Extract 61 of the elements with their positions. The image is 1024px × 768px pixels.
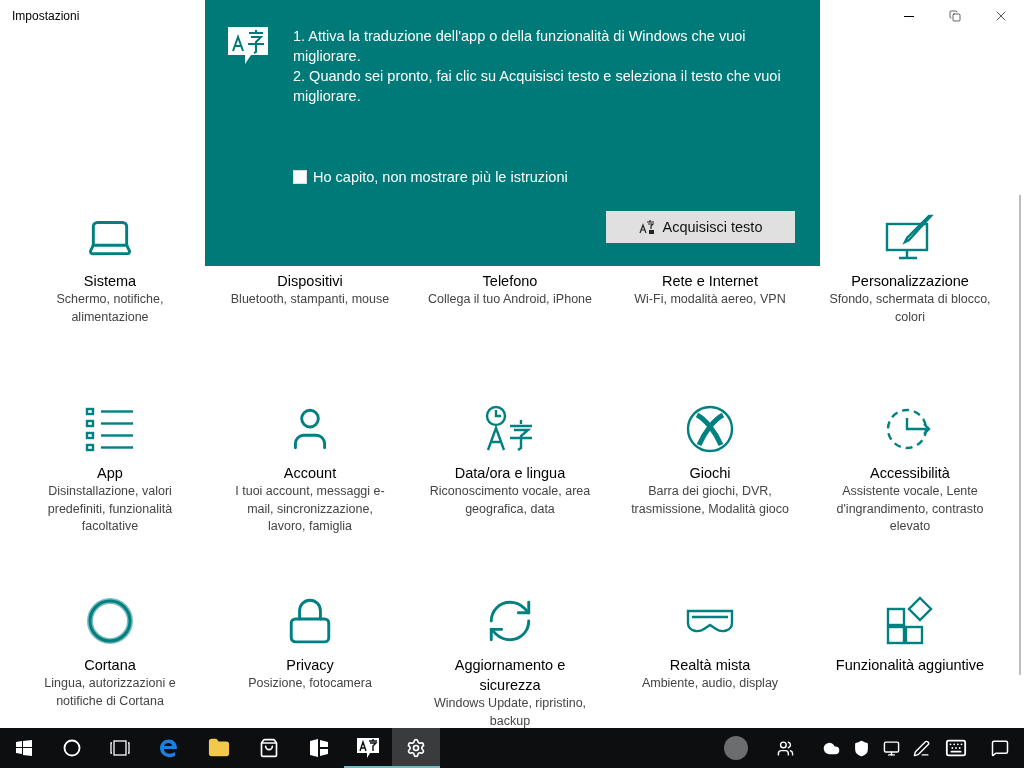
panels-icon[interactable] bbox=[309, 738, 329, 758]
category-description: Bluetooth, stampanti, mouse bbox=[230, 291, 390, 308]
notifications-icon[interactable] bbox=[991, 739, 1009, 757]
minimize-icon bbox=[904, 15, 914, 17]
speech-bubble-icon[interactable] bbox=[356, 737, 380, 759]
category-title[interactable]: Realtà mista bbox=[669, 655, 751, 675]
category-description: Ambiente, audio, display bbox=[641, 675, 779, 692]
category-title[interactable]: Sistema bbox=[83, 271, 137, 291]
category-description: Collega il tuo Android, iPhone bbox=[428, 291, 592, 308]
instruction-step: 2. Quando sei pronto, fai clic su Acquisisci testo e seleziona il testo che vuoi migliorare. bbox=[293, 66, 795, 106]
network-icon[interactable] bbox=[882, 739, 900, 757]
windows-logo-icon[interactable] bbox=[16, 740, 32, 756]
search-icon[interactable] bbox=[63, 739, 81, 757]
category-description: Schermo, notifiche, alimentazione bbox=[55, 291, 165, 326]
checkbox-label[interactable]: Ho capito, non mostrare più le istruzioni bbox=[313, 169, 568, 185]
category-title[interactable]: Cortana bbox=[84, 655, 136, 675]
category-title[interactable]: App bbox=[97, 463, 123, 483]
category-title[interactable]: Dispositivi bbox=[277, 271, 343, 291]
category-title[interactable]: Funzionalità aggiuntive bbox=[835, 655, 985, 675]
category-title[interactable]: Giochi bbox=[689, 463, 731, 483]
ring-icon bbox=[86, 597, 134, 645]
category-title[interactable]: Data/ora e lingua bbox=[454, 463, 566, 483]
restore-icon bbox=[949, 10, 961, 22]
category-title[interactable]: Personalizzazione bbox=[851, 271, 969, 291]
monitor-brush-icon bbox=[885, 214, 935, 260]
avatar[interactable] bbox=[724, 736, 748, 760]
category-description: Posizione, fotocamera bbox=[248, 675, 372, 692]
checkbox[interactable] bbox=[293, 170, 307, 184]
squares-icon bbox=[885, 596, 935, 646]
shopping-bag-icon[interactable] bbox=[259, 738, 279, 758]
translate-bubble-icon bbox=[227, 26, 269, 66]
settings-icon[interactable] bbox=[406, 738, 426, 758]
category-title[interactable]: Privacy bbox=[286, 655, 334, 675]
shield-icon[interactable] bbox=[852, 739, 870, 757]
category-description: Lingua, autorizzazioni e notifiche di Cortana bbox=[43, 675, 177, 710]
capture-text-button[interactable]: Acquisisci testo bbox=[606, 211, 795, 243]
category-title[interactable]: Aggiornamento e sicurezza bbox=[425, 655, 595, 695]
category-title[interactable]: Accessibilità bbox=[870, 463, 950, 483]
category-description: Assistente vocale, Lente d'ingrandimento, contrasto elevato bbox=[835, 483, 985, 535]
keyboard-icon[interactable] bbox=[945, 737, 967, 759]
translate-capture-icon bbox=[638, 219, 655, 235]
category-description: I tuoi account, messaggi e-mail, sincronizzazione, lavoro, famiglia bbox=[234, 483, 386, 535]
pen-icon[interactable] bbox=[912, 739, 930, 757]
list-icon bbox=[85, 405, 135, 453]
xbox-icon bbox=[685, 404, 735, 454]
folder-icon[interactable] bbox=[208, 737, 230, 759]
category-description: Sfondo, schermata di blocco, colori bbox=[828, 291, 992, 326]
instruction-step: 1. Attiva la traduzione dell'app o della funzionalità di Windows che vuoi migliorare. bbox=[293, 26, 795, 66]
category-title[interactable]: Account bbox=[283, 463, 337, 483]
category-description: Riconoscimento vocale, area geografica, data bbox=[428, 483, 592, 518]
window-title: Impostazioni bbox=[12, 9, 81, 23]
scrollbar[interactable] bbox=[1019, 195, 1021, 675]
task-view-icon[interactable] bbox=[110, 740, 130, 756]
category-description: Windows Update, ripristino, backup bbox=[432, 695, 588, 728]
category-title[interactable]: Rete e Internet bbox=[662, 271, 758, 291]
browser-logo-icon[interactable] bbox=[159, 738, 179, 758]
category-title[interactable]: Telefono bbox=[482, 271, 538, 291]
category-description: Disinstallazione, valori predefiniti, funzionalità facoltative bbox=[46, 483, 174, 535]
category-description: Wi-Fi, modalità aereo, VPN bbox=[634, 291, 786, 308]
people-icon[interactable] bbox=[776, 739, 794, 757]
category-description: Barra dei giochi, DVR, trasmissione, Modalità gioco bbox=[630, 483, 790, 518]
